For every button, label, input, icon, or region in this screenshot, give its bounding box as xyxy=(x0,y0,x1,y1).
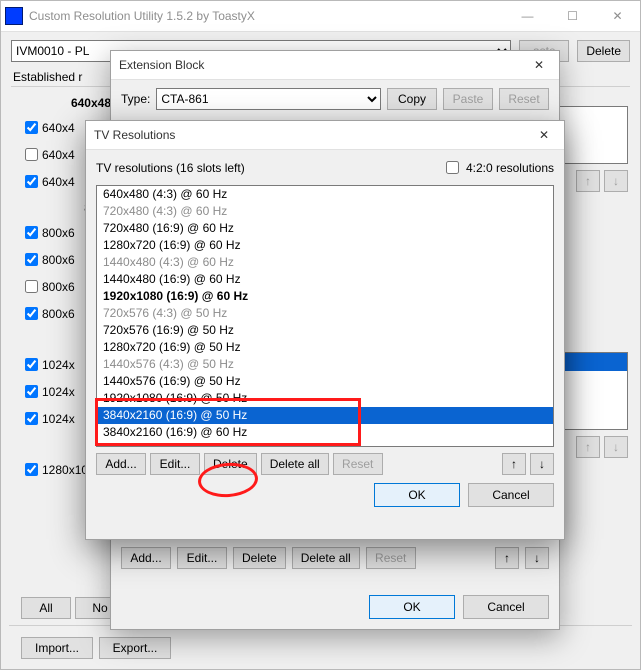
ext-edit-button[interactable]: Edit... xyxy=(177,547,227,569)
move-down-button[interactable]: ↓ xyxy=(604,170,628,192)
ext-deleteall-button[interactable]: Delete all xyxy=(292,547,360,569)
tv-resolution-item[interactable]: 720x480 (4:3) @ 60 Hz xyxy=(97,203,553,220)
extension-type-row: Type: CTA-861 Copy Paste Reset xyxy=(111,80,559,116)
tv-titlebar: TV Resolutions ✕ xyxy=(86,121,564,150)
delete-button[interactable]: Delete xyxy=(577,40,630,62)
tv-cancel-button[interactable]: Cancel xyxy=(468,483,554,507)
tv-delete-button[interactable]: Delete xyxy=(204,453,257,475)
ext-move-down-button[interactable]: ↓ xyxy=(525,547,549,569)
tv-resolution-item[interactable]: 1440x576 (16:9) @ 50 Hz xyxy=(97,373,553,390)
ext-ok-button[interactable]: OK xyxy=(369,595,455,619)
ext-delete-button[interactable]: Delete xyxy=(233,547,286,569)
move-up-button[interactable]: ↑ xyxy=(576,436,600,458)
copy-button[interactable]: Copy xyxy=(387,88,437,110)
tv-resolution-item[interactable]: 1440x576 (4:3) @ 50 Hz xyxy=(97,356,553,373)
ext-cancel-button[interactable]: Cancel xyxy=(463,595,549,619)
window-buttons: — ☐ ✕ xyxy=(505,1,640,31)
tv-ok-button[interactable]: OK xyxy=(374,483,460,507)
extension-title: Extension Block xyxy=(119,58,519,72)
tv-resolution-item[interactable]: 3840x2160 (16:9) @ 60 Hz xyxy=(97,424,553,441)
tv-resolution-item[interactable]: 3840x2160 (16:9) @ 50 Hz xyxy=(97,407,553,424)
tv-deleteall-button[interactable]: Delete all xyxy=(261,453,329,475)
main-title: Custom Resolution Utility 1.5.2 by Toast… xyxy=(29,9,505,23)
tv-resolutions-window: TV Resolutions ✕ TV resolutions (16 slot… xyxy=(85,120,565,540)
ext-add-button[interactable]: Add... xyxy=(121,547,171,569)
close-icon[interactable]: ✕ xyxy=(519,58,559,72)
tv-slots-label: TV resolutions (16 slots left) xyxy=(96,161,442,175)
paste-button[interactable]: Paste xyxy=(443,88,493,110)
chk-420[interactable]: 4:2:0 resolutions xyxy=(442,158,554,177)
ext-reset-button[interactable]: Reset xyxy=(366,547,416,569)
tv-resolution-item[interactable]: 720x576 (4:3) @ 50 Hz xyxy=(97,305,553,322)
all-button[interactable]: All xyxy=(21,597,71,619)
export-button[interactable]: Export... xyxy=(99,637,171,659)
tv-resolution-item[interactable]: 1440x480 (4:3) @ 60 Hz xyxy=(97,254,553,271)
tv-resolutions-listbox[interactable]: 640x480 (4:3) @ 60 Hz720x480 (4:3) @ 60 … xyxy=(96,185,554,447)
tv-title: TV Resolutions xyxy=(94,128,524,142)
tv-add-button[interactable]: Add... xyxy=(96,453,146,475)
main-titlebar: Custom Resolution Utility 1.5.2 by Toast… xyxy=(1,1,640,32)
tv-resolution-item[interactable]: 1280x720 (16:9) @ 60 Hz xyxy=(97,237,553,254)
tv-resolution-item[interactable]: 1920x1080 (16:9) @ 60 Hz xyxy=(97,288,553,305)
tv-resolution-item[interactable]: 1440x480 (16:9) @ 60 Hz xyxy=(97,271,553,288)
type-select[interactable]: CTA-861 xyxy=(156,88,381,110)
extension-titlebar: Extension Block ✕ xyxy=(111,51,559,80)
tv-resolution-item[interactable]: 720x576 (16:9) @ 50 Hz xyxy=(97,322,553,339)
import-button[interactable]: Import... xyxy=(21,637,93,659)
tv-resolution-item[interactable]: 640x480 (4:3) @ 60 Hz xyxy=(97,186,553,203)
type-label: Type: xyxy=(121,92,150,106)
move-up-button[interactable]: ↑ xyxy=(576,170,600,192)
tv-edit-button[interactable]: Edit... xyxy=(150,453,200,475)
maximize-button[interactable]: ☐ xyxy=(550,1,595,31)
tv-move-down-button[interactable]: ↓ xyxy=(530,453,554,475)
tv-resolution-item[interactable]: 1280x720 (16:9) @ 50 Hz xyxy=(97,339,553,356)
chk-420-box[interactable] xyxy=(446,161,459,174)
tv-resolution-item[interactable]: 1920x1080 (16:9) @ 50 Hz xyxy=(97,390,553,407)
reset-button[interactable]: Reset xyxy=(499,88,549,110)
minimize-button[interactable]: — xyxy=(505,1,550,31)
app-icon xyxy=(5,7,23,25)
close-button[interactable]: ✕ xyxy=(595,1,640,31)
move-down-button[interactable]: ↓ xyxy=(604,436,628,458)
tv-resolution-item[interactable]: 720x480 (16:9) @ 60 Hz xyxy=(97,220,553,237)
tv-reset-button[interactable]: Reset xyxy=(333,453,383,475)
close-icon[interactable]: ✕ xyxy=(524,128,564,142)
ext-move-up-button[interactable]: ↑ xyxy=(495,547,519,569)
tv-move-up-button[interactable]: ↑ xyxy=(502,453,526,475)
